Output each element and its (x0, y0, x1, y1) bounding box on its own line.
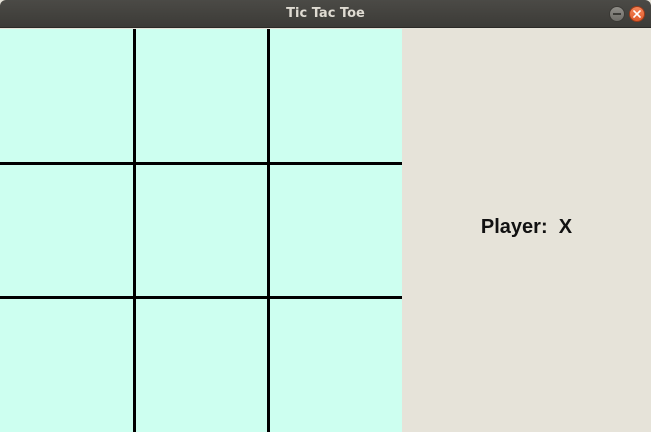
player-status: Player: X (402, 216, 651, 239)
board-cell-1-0[interactable] (0, 165, 134, 296)
game-board (0, 29, 402, 432)
player-label: Player: (480, 216, 548, 238)
title-bar[interactable]: Tic Tac Toe (0, 0, 651, 28)
status-panel: Player: X (402, 29, 651, 432)
grid-line-vertical-2 (267, 29, 270, 432)
board-cell-2-1[interactable] (136, 299, 267, 432)
grid-line-horizontal-1 (0, 162, 402, 165)
board-cell-2-0[interactable] (0, 299, 134, 432)
window-title: Tic Tac Toe (286, 6, 365, 21)
board-cell-0-2[interactable] (270, 29, 402, 162)
board-cell-2-2[interactable] (270, 299, 402, 432)
grid-line-vertical-1 (133, 29, 136, 432)
app-window: Tic Tac Toe Player: X (0, 0, 651, 432)
board-cell-0-1[interactable] (136, 29, 267, 162)
close-icon (633, 10, 641, 18)
minimize-button[interactable] (609, 6, 625, 22)
board-cell-0-0[interactable] (0, 29, 134, 162)
current-player: X (558, 216, 573, 238)
close-button[interactable] (629, 6, 645, 22)
grid-line-horizontal-2 (0, 296, 402, 299)
board-cell-1-1[interactable] (136, 165, 267, 296)
board-cell-1-2[interactable] (270, 165, 402, 296)
